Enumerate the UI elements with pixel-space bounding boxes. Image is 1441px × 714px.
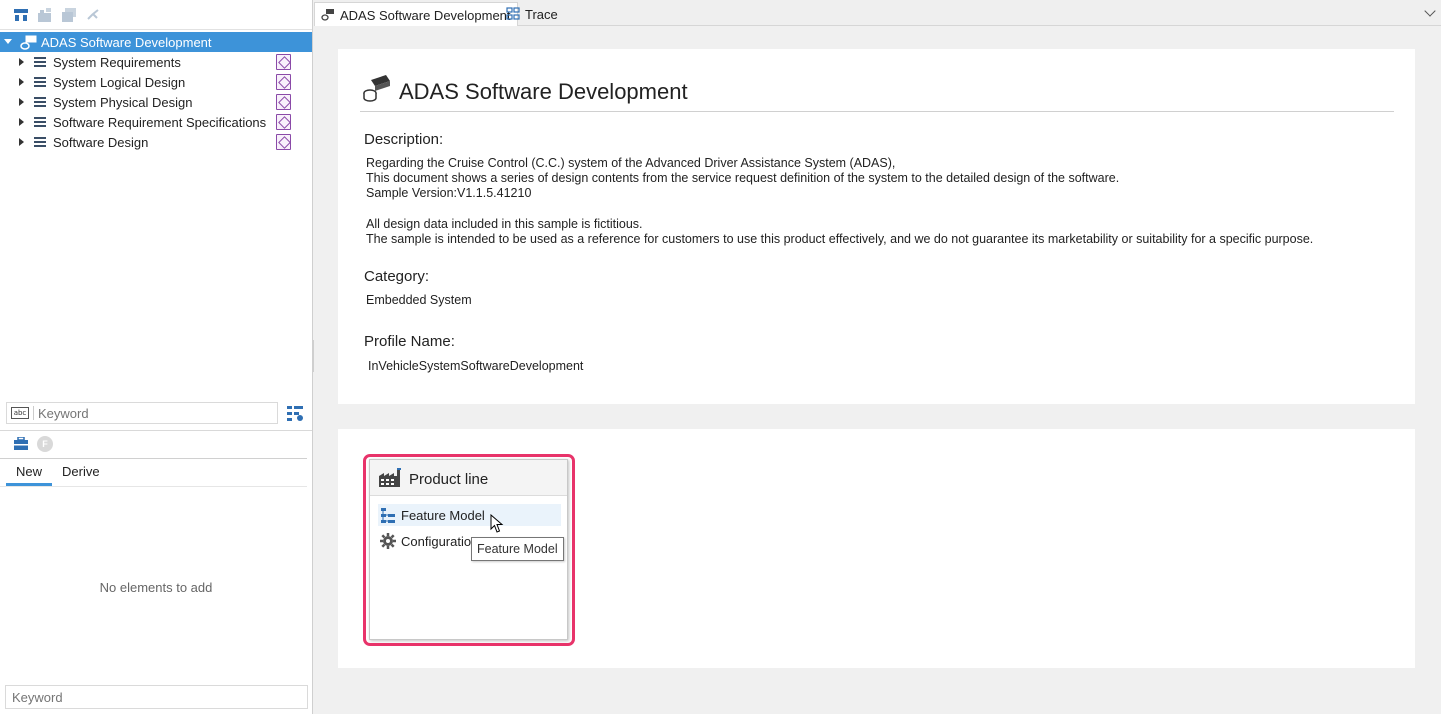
description-line: The sample is intended to be used as a r…: [366, 232, 1314, 246]
expand-arrow-icon[interactable]: [19, 138, 24, 146]
project-info-card: ADAS Software Development Description: R…: [338, 49, 1415, 404]
filter-list-icon[interactable]: [286, 405, 304, 422]
left-panel: ADAS Software Development System Require…: [0, 0, 313, 714]
project-icon: [363, 75, 390, 102]
panel-divider: [0, 430, 312, 431]
project-icon: [321, 9, 334, 21]
tree-item-label: System Requirements: [53, 55, 181, 70]
tree-item-label: Software Requirement Specifications: [53, 115, 267, 130]
tab-label: Trace: [525, 7, 558, 22]
left-toolbar: [0, 0, 312, 30]
title-divider: [360, 111, 1394, 112]
lower-search-box: [5, 685, 308, 709]
tabs-divider: [0, 486, 307, 487]
text-search-icon[interactable]: abc: [11, 407, 29, 419]
list-icon: [34, 137, 46, 147]
project-icon: [20, 35, 37, 50]
package-icon: [276, 114, 291, 130]
tab-adas-software-development[interactable]: ADAS Software Development: [314, 2, 518, 26]
tree-item-software-requirement-specifications[interactable]: Software Requirement Specifications: [0, 112, 312, 132]
package-icon: [276, 54, 291, 70]
expand-arrow-icon[interactable]: [19, 118, 24, 126]
highlight-box: [363, 454, 575, 646]
link-icon[interactable]: [85, 7, 101, 23]
package-icon: [276, 74, 291, 90]
description-line: All design data included in this sample …: [366, 217, 643, 231]
add-model-icon[interactable]: [37, 7, 53, 23]
profile-heading: Profile Name:: [364, 333, 455, 350]
main-content: ADAS Software Development Description: R…: [314, 26, 1441, 714]
tree-item-label: System Logical Design: [53, 75, 186, 90]
description-line: Regarding the Cruise Control (C.C.) syst…: [366, 156, 896, 170]
divider: [33, 406, 34, 420]
page-title: ADAS Software Development: [399, 79, 688, 104]
chevron-down-icon[interactable]: [1424, 5, 1436, 17]
list-icon: [34, 117, 46, 127]
copy-model-icon[interactable]: [61, 7, 77, 23]
package-icon: [276, 134, 291, 150]
description-line: This document shows a series of design c…: [366, 171, 1120, 185]
document-tab-bar: ADAS Software Development Trace: [314, 0, 1441, 26]
category-heading: Category:: [364, 268, 430, 285]
list-icon: [34, 77, 46, 87]
tab-derive[interactable]: Derive: [62, 464, 100, 479]
tree-structure-icon[interactable]: [13, 7, 29, 23]
tree-item-system-requirements[interactable]: System Requirements: [0, 52, 312, 72]
project-tree: ADAS Software Development System Require…: [0, 32, 312, 152]
empty-message: No elements to add: [99, 580, 213, 595]
tree-item-system-logical-design[interactable]: System Logical Design: [0, 72, 312, 92]
tree-item-label: System Physical Design: [53, 95, 193, 110]
list-icon: [34, 97, 46, 107]
tree-item-label: Software Design: [53, 135, 149, 150]
tree-root-label: ADAS Software Development: [41, 35, 212, 50]
active-tab-indicator: [6, 483, 52, 486]
toolbox-icon[interactable]: [13, 437, 29, 451]
description-line: Sample Version:V1.1.5.41210: [366, 186, 532, 200]
tab-trace[interactable]: Trace: [500, 2, 564, 26]
tree-search-box: abc: [6, 402, 278, 424]
package-icon: [276, 94, 291, 110]
list-icon: [34, 57, 46, 67]
tree-item-software-design[interactable]: Software Design: [0, 132, 312, 152]
tab-label: ADAS Software Development: [340, 8, 511, 23]
profile-value: InVehicleSystemSoftwareDevelopment: [368, 359, 584, 373]
lower-search-input[interactable]: [12, 689, 302, 706]
expand-arrow-icon[interactable]: [19, 58, 24, 66]
category-value: Embedded System: [366, 293, 472, 307]
product-line-card: Product line Feature Model Configuration: [338, 429, 1415, 668]
tab-new[interactable]: New: [16, 464, 42, 479]
expand-arrow-icon[interactable]: [19, 78, 24, 86]
description-heading: Description:: [364, 131, 444, 148]
tree-root-item[interactable]: ADAS Software Development: [0, 32, 312, 52]
tree-item-system-physical-design[interactable]: System Physical Design: [0, 92, 312, 112]
feature-badge-icon[interactable]: F: [37, 436, 53, 452]
trace-icon: [506, 7, 520, 20]
tree-search-input[interactable]: [38, 405, 273, 422]
expand-arrow-icon[interactable]: [19, 98, 24, 106]
expand-arrow-icon[interactable]: [4, 39, 12, 44]
